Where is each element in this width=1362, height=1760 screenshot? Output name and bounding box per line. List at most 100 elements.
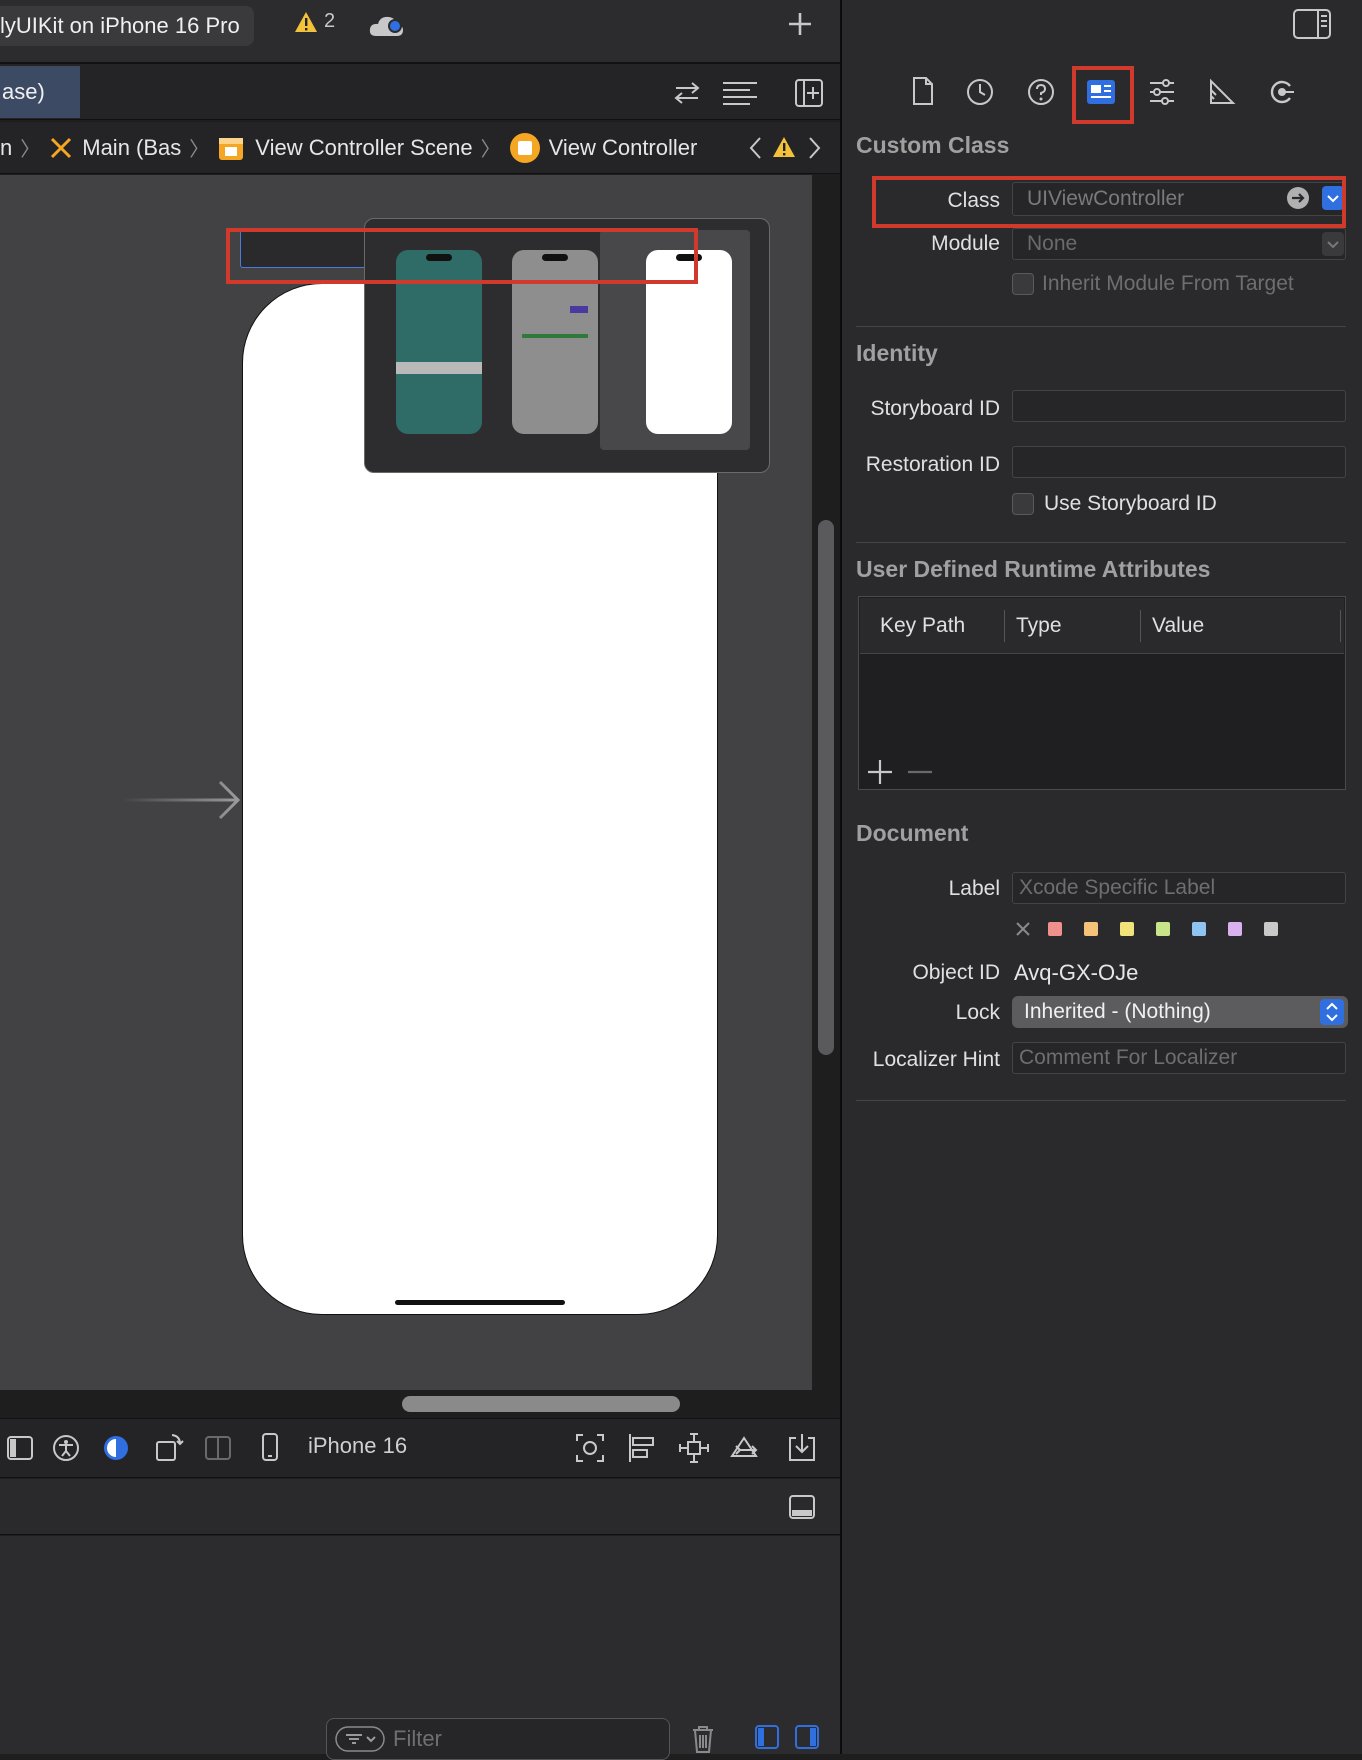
breadcrumb: n 〉 Main (Bas 〉 View Controller Scene 〉 … xyxy=(0,122,840,174)
storyboard-icon xyxy=(51,137,72,158)
column-value[interactable]: Value xyxy=(1152,614,1204,638)
filter-placeholder: Filter xyxy=(393,1726,442,1751)
scene-icon xyxy=(219,137,244,160)
label-color-yellow[interactable] xyxy=(1120,922,1134,936)
hide-debug-area-icon[interactable] xyxy=(788,1494,816,1520)
clear-label-color-icon[interactable] xyxy=(1014,920,1032,938)
storyboard-id-label: Storyboard ID xyxy=(870,397,1000,420)
chevron-left-icon[interactable] xyxy=(748,136,764,160)
warning-icon xyxy=(295,11,317,32)
cloud-status-icon[interactable] xyxy=(368,12,408,40)
split-view-icon[interactable] xyxy=(204,1434,232,1462)
embed-in-icon[interactable] xyxy=(786,1432,818,1464)
storyboard-id-field[interactable] xyxy=(1012,390,1346,422)
debug-bar xyxy=(0,1479,840,1535)
variables-view-icon[interactable] xyxy=(754,1724,780,1750)
module-placeholder: None xyxy=(1027,232,1078,255)
column-separator xyxy=(1004,610,1005,642)
filter-options-icon[interactable] xyxy=(335,1726,385,1752)
label-color-red[interactable] xyxy=(1048,922,1062,936)
device-icon[interactable] xyxy=(260,1432,280,1462)
help-inspector-tab-icon[interactable] xyxy=(1027,78,1055,106)
chevron-right-icon: 〉 xyxy=(20,139,41,161)
inherit-module-label: Inherit Module From Target xyxy=(1042,272,1294,295)
lock-label: Lock xyxy=(955,1001,1000,1024)
highlight-box-title xyxy=(226,228,698,284)
entry-point-arrow-icon[interactable] xyxy=(120,778,242,822)
chevron-right-icon: 〉 xyxy=(480,139,501,161)
add-editor-icon[interactable] xyxy=(794,78,824,108)
document-heading: Document xyxy=(856,820,969,846)
divider xyxy=(856,542,1346,543)
remove-attribute-icon[interactable] xyxy=(906,758,934,786)
trash-icon[interactable] xyxy=(690,1724,716,1754)
column-key-path[interactable]: Key Path xyxy=(880,614,965,638)
restoration-id-field[interactable] xyxy=(1012,446,1346,478)
size-inspector-tab-icon[interactable] xyxy=(1208,78,1236,106)
column-type[interactable]: Type xyxy=(1016,614,1062,638)
breadcrumb-item-main[interactable]: Main (Bas xyxy=(82,135,181,161)
thumbnail-line xyxy=(522,334,588,338)
accessibility-icon[interactable] xyxy=(52,1434,80,1462)
label-field[interactable]: Xcode Specific Label xyxy=(1012,872,1346,904)
label-color-green[interactable] xyxy=(1156,922,1170,936)
tab-bar xyxy=(0,64,840,120)
use-storyboard-id-checkbox[interactable] xyxy=(1012,493,1034,515)
editor-options-icon[interactable] xyxy=(720,80,760,106)
swap-icon[interactable] xyxy=(672,80,702,106)
module-field[interactable]: None xyxy=(1012,228,1346,260)
chevron-updown-icon xyxy=(1326,1002,1338,1022)
appearance-icon[interactable] xyxy=(102,1434,130,1462)
connections-inspector-tab-icon[interactable] xyxy=(1268,78,1296,106)
divider xyxy=(856,326,1346,327)
update-frames-icon[interactable] xyxy=(574,1432,606,1464)
localizer-placeholder: Comment For Localizer xyxy=(1019,1046,1238,1069)
restoration-id-label: Restoration ID xyxy=(865,453,1000,476)
attributes-inspector-tab-icon[interactable] xyxy=(1148,78,1176,106)
lock-stepper[interactable] xyxy=(1320,999,1344,1025)
tab-label: ase) xyxy=(2,79,45,104)
lock-value: Inherited - (Nothing) xyxy=(1024,1000,1211,1023)
label-color-blue[interactable] xyxy=(1192,922,1206,936)
custom-class-heading: Custom Class xyxy=(856,132,1010,158)
label-placeholder: Xcode Specific Label xyxy=(1019,876,1216,899)
sidebar-right-icon[interactable] xyxy=(1292,8,1332,40)
console-view-icon[interactable] xyxy=(794,1724,820,1750)
breadcrumb-item-project[interactable]: n xyxy=(0,135,12,161)
document-outline-icon[interactable] xyxy=(6,1434,34,1462)
localizer-hint-field[interactable]: Comment For Localizer xyxy=(1012,1042,1346,1074)
device-name[interactable]: iPhone 16 xyxy=(308,1433,407,1459)
chevron-right-icon[interactable] xyxy=(806,136,822,160)
thumbnail-button xyxy=(570,306,588,313)
scheme-selector[interactable]: lyUIKit on iPhone 16 Pro xyxy=(0,6,254,46)
view-controller-icon xyxy=(509,132,540,163)
orientation-icon[interactable] xyxy=(154,1432,184,1462)
use-storyboard-id-label: Use Storyboard ID xyxy=(1044,492,1217,515)
lock-popup-button[interactable]: Inherited - (Nothing) xyxy=(1012,996,1348,1028)
object-id-value: Avq-GX-OJe xyxy=(1014,960,1139,985)
inherit-module-checkbox[interactable] xyxy=(1012,273,1034,295)
add-constraints-icon[interactable] xyxy=(678,1432,710,1464)
scheme-label: lyUIKit on iPhone 16 Pro xyxy=(0,13,240,38)
home-indicator xyxy=(395,1300,565,1305)
resolve-issues-icon[interactable] xyxy=(730,1432,764,1464)
align-icon[interactable] xyxy=(626,1432,658,1464)
warning-indicator[interactable]: 2 xyxy=(294,10,335,33)
history-inspector-tab-icon[interactable] xyxy=(966,78,994,106)
breadcrumb-item-scene[interactable]: View Controller Scene xyxy=(255,135,472,161)
warning-icon[interactable] xyxy=(772,136,796,158)
identity-heading: Identity xyxy=(856,340,938,366)
module-dropdown-button[interactable] xyxy=(1322,232,1344,256)
file-inspector-tab-icon[interactable] xyxy=(910,76,936,106)
vertical-scrollbar[interactable] xyxy=(818,520,834,1055)
label-color-gray[interactable] xyxy=(1264,922,1278,936)
module-label: Module xyxy=(931,232,1000,255)
label-color-orange[interactable] xyxy=(1084,922,1098,936)
plus-icon[interactable] xyxy=(786,10,814,38)
horizontal-scrollbar[interactable] xyxy=(402,1396,680,1412)
breadcrumb-item-view-controller[interactable]: View Controller xyxy=(549,135,698,161)
tab-main-storyboard[interactable]: ase) xyxy=(0,66,80,118)
label-color-purple[interactable] xyxy=(1228,922,1242,936)
warning-count: 2 xyxy=(324,10,336,32)
add-attribute-icon[interactable] xyxy=(866,758,894,786)
